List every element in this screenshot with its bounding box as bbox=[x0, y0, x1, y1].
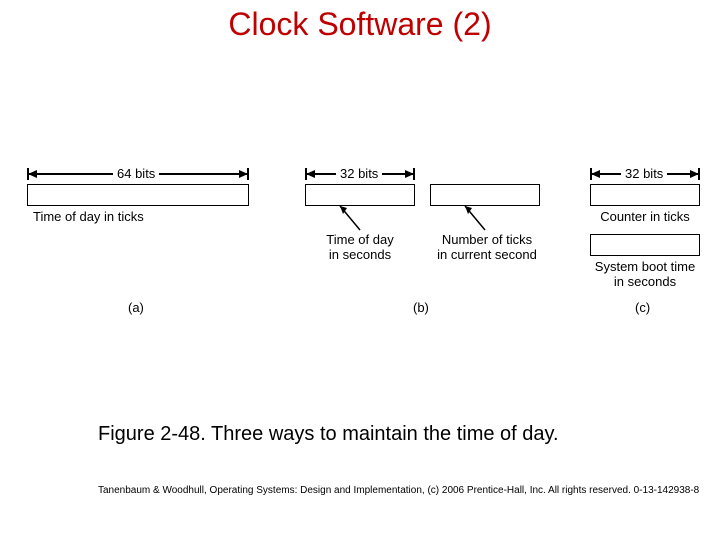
dim-label-a: 64 bits bbox=[113, 166, 159, 181]
box-c-top bbox=[590, 184, 700, 206]
label-b-top: Time of day in seconds bbox=[310, 232, 410, 262]
dim-label-c: 32 bits bbox=[621, 166, 667, 181]
label-c-bottom: System boot time in seconds bbox=[588, 259, 702, 289]
box-a-label: Time of day in ticks bbox=[33, 209, 144, 224]
arrow-left-icon bbox=[306, 170, 315, 178]
arrow-left-icon bbox=[591, 170, 600, 178]
arrow-left-icon bbox=[28, 170, 37, 178]
dim-label-b: 32 bits bbox=[336, 166, 382, 181]
tag-b: (b) bbox=[413, 300, 429, 315]
arrow-right-icon bbox=[239, 170, 248, 178]
arrow-right-icon bbox=[405, 170, 414, 178]
tag-a: (a) bbox=[128, 300, 144, 315]
arrow-right-icon bbox=[690, 170, 699, 178]
box-c-bottom bbox=[590, 234, 700, 256]
label-b-right: Number of ticks in current second bbox=[432, 232, 542, 262]
copyright-footer: Tanenbaum & Woodhull, Operating Systems:… bbox=[98, 485, 699, 496]
pointer-b-right bbox=[455, 200, 495, 235]
page-title: Clock Software (2) bbox=[0, 6, 720, 43]
box-a bbox=[27, 184, 249, 206]
diagram-area: 64 bits Time of day in ticks (a) 32 bits… bbox=[0, 162, 720, 342]
tag-c: (c) bbox=[635, 300, 650, 315]
label-c-top: Counter in ticks bbox=[590, 209, 700, 224]
figure-caption: Figure 2-48. Three ways to maintain the … bbox=[98, 423, 559, 446]
pointer-b-top bbox=[330, 200, 370, 235]
